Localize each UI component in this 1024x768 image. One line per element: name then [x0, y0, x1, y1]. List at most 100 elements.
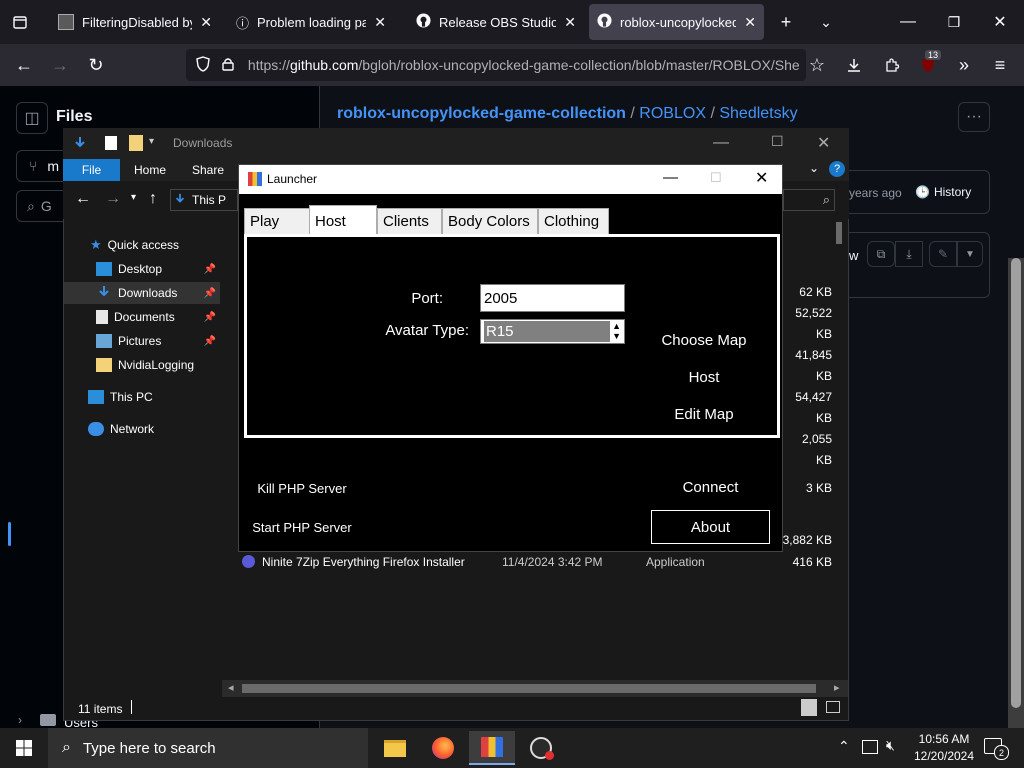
file-explorer-taskbar-icon[interactable] [372, 731, 418, 765]
close-window-icon[interactable]: ✕ [817, 133, 830, 153]
lock-icon[interactable] [222, 57, 238, 74]
collapse-sidebar-icon[interactable]: ◫ [16, 102, 48, 134]
tab-body-colors[interactable]: Body Colors [442, 208, 538, 235]
close-window-icon[interactable]: ✕ [984, 6, 1016, 38]
port-input[interactable]: 2005 [480, 284, 625, 312]
customize-toolbar-icon[interactable]: ▾ [149, 136, 154, 147]
edit-map-button[interactable]: Edit Map [639, 398, 769, 430]
shield-icon[interactable] [196, 55, 212, 75]
minimize-icon[interactable]: — [892, 6, 924, 38]
ribbon-tab-home[interactable]: Home [134, 163, 166, 177]
tab-clothing[interactable]: Clothing [538, 208, 609, 235]
tab-clients[interactable]: Clients [377, 208, 442, 235]
tree-item-this-pc[interactable]: This PC [64, 386, 220, 408]
start-button[interactable] [0, 728, 48, 768]
recent-locations-icon[interactable]: ▾ [131, 192, 136, 203]
restore-icon[interactable]: ❐ [938, 6, 970, 38]
clock[interactable]: 10:56 AM 12/20/2024 [906, 731, 982, 765]
list-scrollbar-thumb[interactable] [836, 222, 842, 244]
back-arrow-icon[interactable]: ← [8, 49, 40, 81]
close-window-icon[interactable]: ✕ [755, 168, 768, 188]
help-icon[interactable]: ? [829, 161, 845, 177]
breadcrumb-folder-link[interactable]: ROBLOX [639, 105, 706, 122]
ribbon-tab-file[interactable]: File [63, 159, 120, 181]
properties-icon[interactable] [105, 136, 117, 150]
connect-button[interactable]: Connect [651, 470, 770, 505]
explorer-search-icon[interactable]: ⌕ [783, 189, 835, 211]
quick-download-icon[interactable] [73, 136, 87, 153]
address-bar[interactable]: This P [170, 189, 238, 211]
ublock-icon[interactable]: 13 [912, 49, 944, 81]
network-status-icon[interactable] [862, 740, 878, 754]
extensions-icon[interactable] [876, 49, 908, 81]
browser-tab[interactable]: FilteringDisabled by be ✕ [50, 4, 220, 40]
page-scrollbar[interactable] [1008, 258, 1024, 728]
browser-tab-active[interactable]: roblox-uncopylocked- ✕ [589, 4, 764, 40]
new-tab-icon[interactable]: + [770, 6, 802, 38]
close-tab-icon[interactable]: ✕ [374, 14, 386, 31]
ribbon-tab-share[interactable]: Share [192, 163, 224, 177]
overflow-chevrons-icon[interactable]: » [948, 49, 980, 81]
chevron-down-icon[interactable]: ⌄ [810, 6, 842, 38]
chevron-right-icon[interactable]: › [18, 713, 22, 727]
show-hidden-icons-chevron-icon[interactable]: ⌃ [838, 738, 850, 755]
scroll-left-icon[interactable]: ◂ [228, 681, 234, 694]
raw-button[interactable]: w [849, 248, 858, 263]
large-icons-view-icon[interactable] [826, 701, 840, 713]
minimize-icon[interactable]: — [713, 134, 729, 152]
horizontal-scrollbar[interactable]: ◂ ▸ [222, 680, 848, 697]
breadcrumb-repo-link[interactable]: roblox-uncopylocked-game-collection [337, 105, 626, 122]
scrollbar-thumb[interactable] [1011, 258, 1021, 708]
maximize-icon[interactable]: ☐ [710, 170, 722, 186]
tree-item-documents[interactable]: Documents 📌 [64, 306, 220, 328]
tab-host[interactable]: Host [309, 205, 377, 236]
breadcrumb-file-link[interactable]: Shedletsky [719, 105, 797, 122]
download-file-icon[interactable]: ⤓ [895, 241, 923, 267]
minimize-icon[interactable]: — [663, 169, 678, 186]
close-tab-icon[interactable]: ✕ [564, 14, 576, 31]
history-button[interactable]: 🕒 History [915, 185, 971, 199]
downloads-icon[interactable] [838, 49, 870, 81]
choose-map-button[interactable]: Choose Map [639, 324, 769, 357]
reload-icon[interactable]: ↻ [80, 49, 112, 81]
start-php-server-button[interactable]: Start PHP Server [243, 510, 361, 544]
forward-arrow-icon[interactable]: → [105, 190, 121, 208]
file-row[interactable]: Ninite 7Zip Everything Firefox Installer… [242, 552, 832, 572]
url-bar[interactable]: https://github.com/bgloh/roblox-uncopylo… [186, 49, 806, 81]
volume-muted-icon[interactable]: 🔇︎ [886, 737, 895, 754]
back-arrow-icon[interactable]: ← [75, 190, 91, 208]
tab-play[interactable]: Play [244, 208, 310, 235]
copy-icon[interactable]: ⧉ [867, 241, 895, 267]
browser-tab[interactable]: Release OBS Studio 31. ✕ [408, 4, 584, 40]
host-button[interactable]: Host [639, 362, 769, 393]
close-tab-icon[interactable]: ✕ [200, 14, 212, 31]
launcher-taskbar-icon[interactable] [469, 731, 515, 765]
bookmark-star-icon[interactable]: ☆ [801, 49, 833, 81]
forward-arrow-icon[interactable]: → [44, 49, 76, 81]
scrollbar-thumb[interactable] [242, 684, 816, 693]
hamburger-menu-icon[interactable]: ≡ [984, 49, 1016, 81]
tree-item-network[interactable]: Network [64, 418, 220, 440]
taskbar-search-box[interactable]: ⌕ Type here to search [48, 728, 368, 768]
edit-pencil-icon[interactable]: ✎ [929, 241, 957, 267]
avatar-type-stepper[interactable]: R15 ▲ ▼ [480, 319, 625, 344]
about-button[interactable]: About [651, 510, 770, 544]
browser-tab[interactable]: ⓘ Problem loading page ✕ [228, 4, 394, 40]
tree-item-desktop[interactable]: Desktop 📌 [64, 258, 220, 280]
up-arrow-icon[interactable]: ↑ [149, 190, 157, 208]
more-options-icon[interactable]: ··· [958, 102, 990, 132]
dropdown-caret-icon[interactable]: ▼ [957, 241, 983, 267]
maximize-icon[interactable]: ☐ [771, 133, 784, 150]
obs-taskbar-icon[interactable] [518, 731, 564, 765]
stepper-arrows-icon[interactable]: ▲ ▼ [612, 321, 621, 341]
tree-item-pictures[interactable]: Pictures 📌 [64, 330, 220, 352]
new-folder-icon[interactable] [129, 135, 143, 151]
details-view-icon[interactable] [801, 699, 817, 716]
tree-item-downloads[interactable]: Downloads 📌 [64, 282, 220, 304]
notification-center-icon[interactable]: 2 [984, 738, 1009, 760]
tree-item-nvidialogging[interactable]: NvidiaLogging [64, 354, 220, 376]
tab-list-icon[interactable] [4, 6, 36, 38]
scroll-right-icon[interactable]: ▸ [834, 681, 840, 694]
ribbon-expand-icon[interactable]: ⌄ [809, 161, 819, 175]
tree-item-quick-access[interactable]: ★ Quick access [64, 234, 220, 256]
